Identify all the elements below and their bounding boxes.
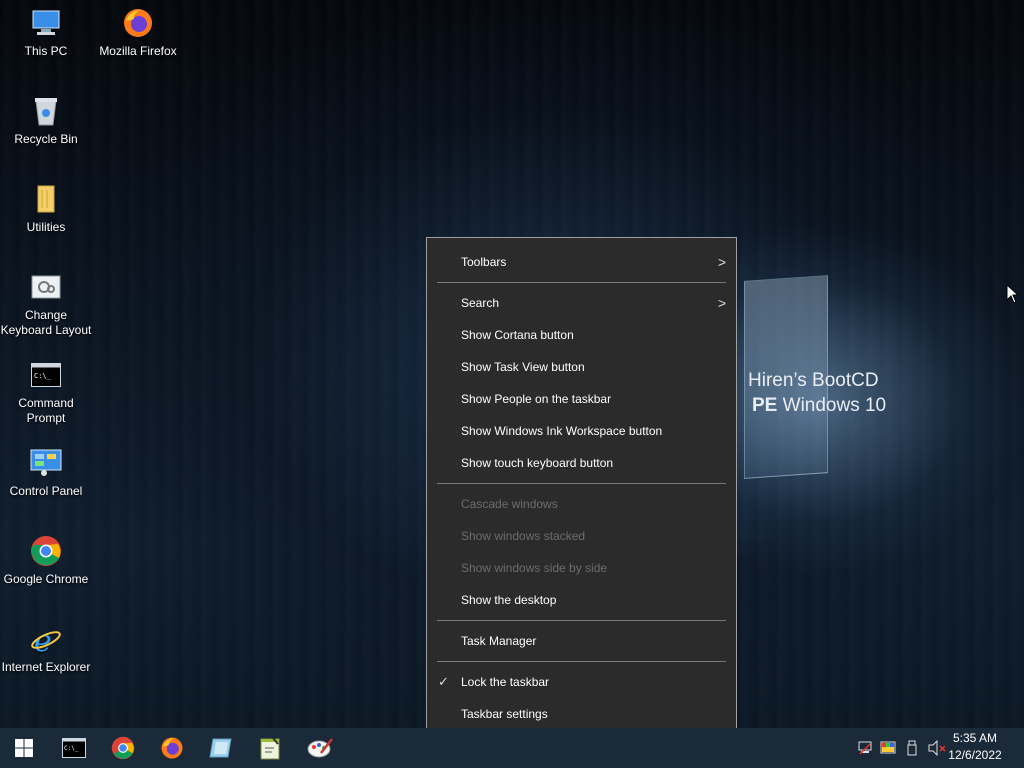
menu-separator [437,620,726,621]
chevron-right-icon: > [717,254,726,270]
svg-text:C:\_: C:\_ [64,745,79,752]
computer-icon [29,6,63,40]
menu-item-label: Lock the taskbar [461,675,550,689]
menu-item-label: Show touch keyboard button [461,456,614,470]
desktop-icon-this-pc[interactable]: This PC [0,6,92,59]
start-icon [15,739,33,757]
usb-icon [907,740,917,756]
menu-item-cascade-windows: Cascade windows [427,488,736,520]
control-panel-icon [29,446,63,480]
desktop-icon-label: Utilities [26,220,66,234]
menu-item-label: Show the desktop [461,593,557,607]
clock-date: 12/6/2022 [948,748,1002,762]
taskbar-cmd-button[interactable]: C:\_ [50,728,98,768]
menu-item-label: Show Cortana button [461,328,574,342]
svg-text:C:\_: C:\_ [34,372,52,380]
firefox-icon [161,737,183,759]
checkmark-icon: ✓ [438,674,449,689]
folder-icon [29,182,63,216]
brand-line-2-bold: PE [752,395,778,416]
menu-item-windows-stacked: Show windows stacked [427,520,736,552]
desktop-icon-command-prompt[interactable]: C:\_ Command Prompt [0,358,92,426]
desktop-icon-google-chrome[interactable]: Google Chrome [0,534,92,587]
ie-icon: e [29,622,63,656]
taskbar-clock[interactable]: 5:35 AM 12/6/2022 [940,730,1010,764]
menu-item-label: Show windows stacked [461,529,586,543]
menu-item-show-task-view[interactable]: Show Task View button [427,351,736,383]
desktop-icon-label: Google Chrome [3,572,89,586]
explorer-icon [209,738,232,758]
menu-item-label: Show Task View button [461,360,585,374]
menu-item-label: Search [461,296,500,310]
taskbar-firefox-button[interactable] [148,728,196,768]
recycle-bin-icon [29,94,63,128]
menu-item-task-manager[interactable]: Task Manager [427,625,736,657]
firefox-icon [121,6,155,40]
menu-item-taskbar-settings[interactable]: Taskbar settings [427,698,736,730]
network-icon [858,741,872,755]
taskbar-notepad-button[interactable] [246,728,294,768]
keyboard-settings-icon [29,270,63,304]
desktop-icon-internet-explorer[interactable]: e Internet Explorer [0,622,92,675]
taskbar-paint-button[interactable] [296,728,344,768]
taskbar-context-menu: Toolbars > Search > Show Cortana button … [426,237,737,738]
menu-item-label: Cascade windows [461,497,558,511]
menu-separator [437,661,726,662]
menu-item-show-touch-keyboard[interactable]: Show touch keyboard button [427,447,736,479]
desktop-icon-label: Command Prompt [18,396,74,425]
brand-line-1: Hiren’s BootCD [748,370,879,391]
menu-item-label: Taskbar settings [461,707,548,721]
brand-line-2: PE Windows 10 [752,395,886,417]
clock-time: 5:35 AM [952,731,998,745]
menu-item-windows-side-by-side: Show windows side by side [427,552,736,584]
brand-line-2-rest: Windows 10 [777,395,887,416]
desktop-icon-label: Mozilla Firefox [99,44,177,58]
desktop-icon-change-keyboard-layout[interactable]: Change Keyboard Layout [0,270,92,338]
menu-item-label: Show Windows Ink Workspace button [461,424,663,438]
taskbar: C:\_ 5:35 AM 12/6/2022 [0,728,1024,768]
taskbar-explorer-button[interactable] [197,728,245,768]
menu-separator [437,282,726,283]
tray-display-button[interactable] [877,728,899,768]
tray-usb-button[interactable] [901,728,923,768]
menu-separator [437,483,726,484]
chevron-right-icon: > [717,295,726,311]
cmd-icon: C:\_ [62,738,86,758]
menu-item-label: Show People on the taskbar [461,392,612,406]
menu-item-show-people[interactable]: Show People on the taskbar [427,383,736,415]
desktop-icon-firefox[interactable]: Mozilla Firefox [92,6,184,59]
menu-item-lock-taskbar[interactable]: ✓ Lock the taskbar [427,666,736,698]
desktop-icon-control-panel[interactable]: Control Panel [0,446,92,499]
menu-item-label: Task Manager [461,634,537,648]
desktop-icon-label: Recycle Bin [14,132,78,146]
tray-network-button[interactable] [854,728,876,768]
start-button[interactable] [0,728,48,768]
menu-item-toolbars[interactable]: Toolbars > [427,246,736,278]
mouse-cursor-icon [1006,283,1020,309]
notepad-icon [260,737,280,760]
desktop-icon-label: Internet Explorer [1,660,91,674]
display-icon [880,741,896,754]
menu-item-show-cortana[interactable]: Show Cortana button [427,319,736,351]
menu-item-label: Show windows side by side [461,561,608,575]
cmd-icon: C:\_ [29,358,63,392]
menu-item-label: Toolbars [461,255,507,269]
paint-icon [307,738,333,758]
desktop-icon-recycle-bin[interactable]: Recycle Bin [0,94,92,147]
taskbar-chrome-button[interactable] [99,728,147,768]
chrome-icon [111,736,135,760]
menu-item-show-desktop[interactable]: Show the desktop [427,584,736,616]
wallpaper-brand: Hiren’s BootCD PE Windows 10 [744,275,886,479]
desktop-icon-label: Control Panel [9,484,83,498]
desktop-icon-label: Change Keyboard Layout [0,308,92,337]
desktop-icon-label: This PC [24,44,68,58]
menu-item-show-ink-workspace[interactable]: Show Windows Ink Workspace button [427,415,736,447]
menu-item-search[interactable]: Search > [427,287,736,319]
desktop-icon-utilities[interactable]: Utilities [0,182,92,235]
chrome-icon [29,534,63,568]
